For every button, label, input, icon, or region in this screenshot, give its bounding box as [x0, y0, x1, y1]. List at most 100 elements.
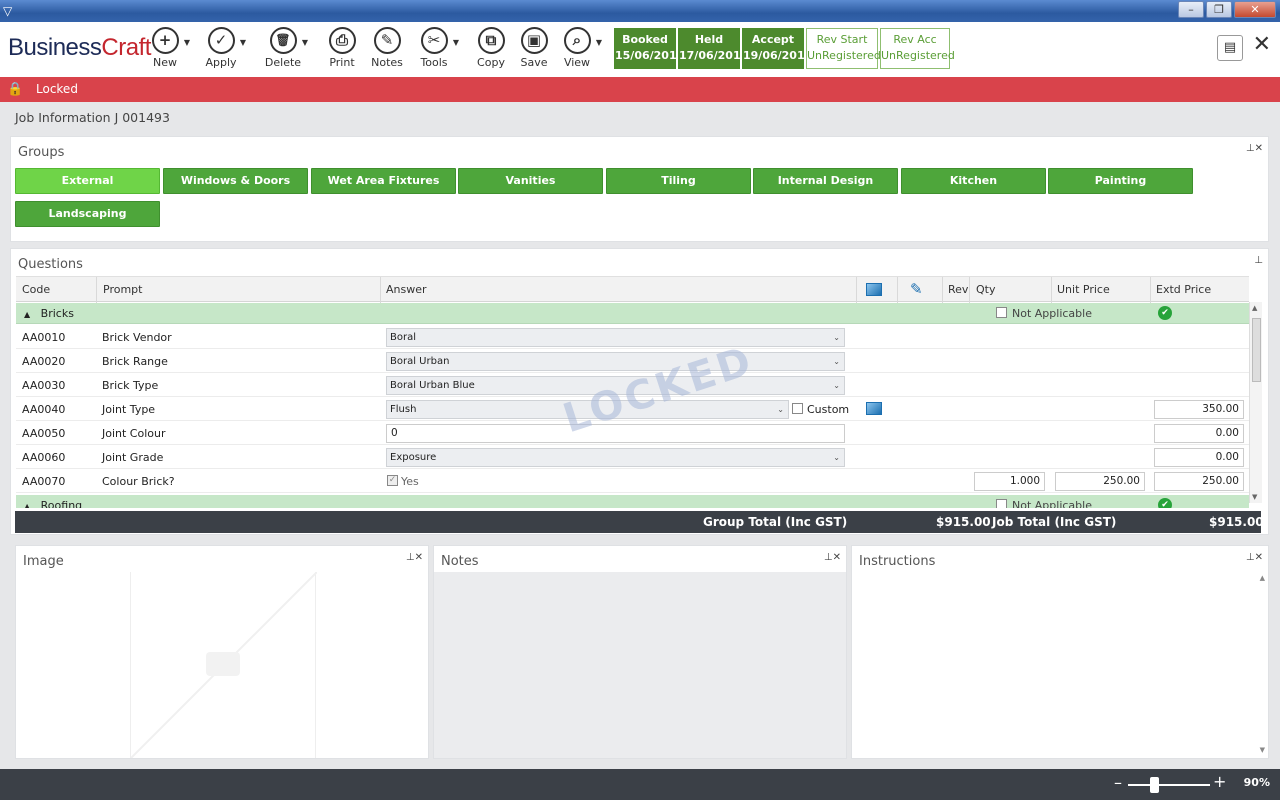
trash-icon: 🗑	[269, 27, 297, 54]
view-button[interactable]: ⌕ View ▼	[552, 27, 602, 69]
status-booked-button[interactable]: Booked 15/06/2017	[614, 28, 684, 69]
pin-icon[interactable]: ⊥	[1254, 255, 1263, 266]
custom-checkbox[interactable]	[792, 403, 803, 414]
extd-price-field[interactable]: 350.00	[1154, 400, 1244, 419]
not-applicable-checkbox[interactable]	[996, 499, 1007, 508]
zoom-slider-track[interactable]	[1128, 784, 1210, 786]
qty-field[interactable]: 1.000	[974, 472, 1045, 491]
pin-close-icon[interactable]: ⊥✕	[824, 552, 841, 563]
chevron-down-icon[interactable]: ▼	[184, 38, 190, 47]
image-placeholder	[130, 572, 317, 758]
answer-select[interactable]: Boral Urban ⌄	[386, 352, 845, 371]
group-button[interactable]: Vanities	[458, 168, 603, 194]
apply-button[interactable]: ✓ Apply ▼	[196, 27, 246, 69]
chevron-down-icon: ⌄	[777, 405, 784, 414]
image-panel: Image ⊥✕	[15, 545, 429, 759]
pin-close-icon[interactable]: ⊥✕	[1246, 552, 1263, 563]
chevron-down-icon[interactable]: ▼	[596, 38, 602, 47]
copy-icon: ⧉	[477, 27, 505, 54]
close-icon[interactable]: ✕	[1253, 32, 1271, 57]
chevron-down-icon: ⌄	[833, 357, 840, 366]
image-icon[interactable]	[866, 402, 882, 415]
status-rev-acc-button[interactable]: Rev Acc UnRegistered	[880, 28, 955, 69]
collapse-icon[interactable]: ▲	[24, 502, 30, 508]
new-button[interactable]: + New ▼	[140, 27, 190, 69]
group-button[interactable]: Internal Design	[753, 168, 898, 194]
check-icon: ✓	[207, 27, 235, 54]
scroll-up-icon: ▲	[1252, 304, 1258, 312]
magnifier-icon: ⌕	[563, 27, 591, 54]
notes-button[interactable]: ✎ Notes	[362, 27, 412, 69]
delete-button[interactable]: 🗑 Delete ▼	[258, 27, 308, 69]
group-button[interactable]: Kitchen	[901, 168, 1046, 194]
instructions-panel: Instructions ⊥✕ ▲ ▼	[851, 545, 1269, 759]
scroll-down-icon: ▼	[1252, 493, 1258, 501]
status-bar: – + 90%	[0, 769, 1280, 800]
chevron-down-icon[interactable]: ▼	[302, 38, 308, 47]
chevron-down-icon[interactable]: ▼	[240, 38, 246, 47]
group-row-roofing[interactable]: ▲ Roofing Not Applicable ✔	[16, 495, 1249, 508]
table-row: AA0060 Joint Grade Exposure ⌄ 0.00	[16, 445, 1249, 469]
extd-price-field[interactable]: 250.00	[1154, 472, 1244, 491]
unit-price-field[interactable]: 250.00	[1055, 472, 1145, 491]
chevron-down-icon[interactable]: ▼	[453, 38, 459, 47]
check-circle-icon: ✔	[1158, 498, 1172, 508]
chevron-down-icon: ⌄	[833, 453, 840, 462]
collapse-icon[interactable]: ▲	[24, 310, 30, 319]
group-button[interactable]: External	[15, 168, 160, 194]
table-header: Code Prompt Answer ✎ Rev Qty Unit Price …	[16, 276, 1249, 303]
group-button[interactable]: Wet Area Fixtures	[311, 168, 456, 194]
zoom-in-icon[interactable]: +	[1213, 772, 1226, 791]
zoom-level: 90%	[1243, 776, 1270, 789]
save-icon: ▣	[520, 27, 548, 54]
totals-bar: Group Total (Inc GST) $915.00 Job Total …	[15, 511, 1264, 533]
pin-close-icon[interactable]: ⊥✕	[1246, 143, 1263, 154]
calendar-icon[interactable]: ▤	[1217, 35, 1243, 61]
status-accept-button[interactable]: Accept 19/06/2017	[742, 28, 812, 69]
group-button[interactable]: Windows & Doors	[163, 168, 308, 194]
status-held-button[interactable]: Held 17/06/2017	[678, 28, 748, 69]
answer-checkbox[interactable]: ✓	[387, 475, 398, 486]
window-title-bar: ▽ – ❐ ✕	[0, 0, 1280, 22]
table-row: AA0010 Brick Vendor Boral ⌄	[16, 325, 1249, 349]
group-row-clip: ▲ Roofing Not Applicable ✔	[16, 495, 1249, 508]
close-window-button[interactable]: ✕	[1234, 1, 1276, 18]
scroll-thumb[interactable]	[1252, 318, 1261, 382]
check-circle-icon: ✔	[1158, 306, 1172, 320]
status-rev-start-button[interactable]: Rev Start UnRegistered	[806, 28, 881, 69]
image-column-icon	[866, 283, 882, 296]
restore-button[interactable]: ❐	[1206, 1, 1232, 18]
not-applicable-checkbox[interactable]	[996, 307, 1007, 318]
print-button[interactable]: ⎙ Print	[317, 27, 367, 69]
minimize-button[interactable]: –	[1178, 1, 1204, 18]
chevron-down-icon: ⌄	[833, 381, 840, 390]
notes-textarea[interactable]	[434, 572, 846, 758]
answer-select[interactable]: Boral ⌄	[386, 328, 845, 347]
camera-icon	[206, 652, 240, 676]
app-logo-icon: ▽	[3, 4, 13, 18]
group-button[interactable]: Landscaping	[15, 201, 160, 227]
scroll-up-icon[interactable]: ▲	[1260, 574, 1265, 582]
table-row: AA0070 Colour Brick? ✓ Yes 1.000 250.00 …	[16, 469, 1249, 493]
tools-button[interactable]: ✂ Tools ▼	[409, 27, 459, 69]
chevron-down-icon: ⌄	[833, 333, 840, 342]
extd-price-field[interactable]: 0.00	[1154, 448, 1244, 467]
edit-document-icon: ✎	[910, 280, 923, 298]
group-row-bricks[interactable]: ▲ Bricks Not Applicable ✔	[16, 303, 1249, 324]
plus-icon: +	[151, 27, 179, 54]
group-button[interactable]: Painting	[1048, 168, 1193, 194]
extd-price-field[interactable]: 0.00	[1154, 424, 1244, 443]
lock-icon: 🔒	[7, 82, 24, 97]
group-button[interactable]: Tiling	[606, 168, 751, 194]
table-row: AA0020 Brick Range Boral Urban ⌄	[16, 349, 1249, 373]
groups-panel: Groups ⊥✕ External Windows & Doors Wet A…	[10, 136, 1269, 242]
zoom-out-icon[interactable]: –	[1114, 773, 1122, 792]
scroll-down-icon[interactable]: ▼	[1260, 746, 1265, 754]
questions-scrollbar[interactable]: ▲ ▼	[1249, 302, 1262, 503]
answer-select[interactable]: Exposure ⌄	[386, 448, 845, 467]
printer-icon: ⎙	[328, 27, 356, 54]
notes-icon: ✎	[373, 27, 401, 54]
notes-panel: Notes ⊥✕	[433, 545, 847, 759]
zoom-slider-thumb[interactable]	[1150, 777, 1159, 793]
pin-close-icon[interactable]: ⊥✕	[406, 552, 423, 563]
